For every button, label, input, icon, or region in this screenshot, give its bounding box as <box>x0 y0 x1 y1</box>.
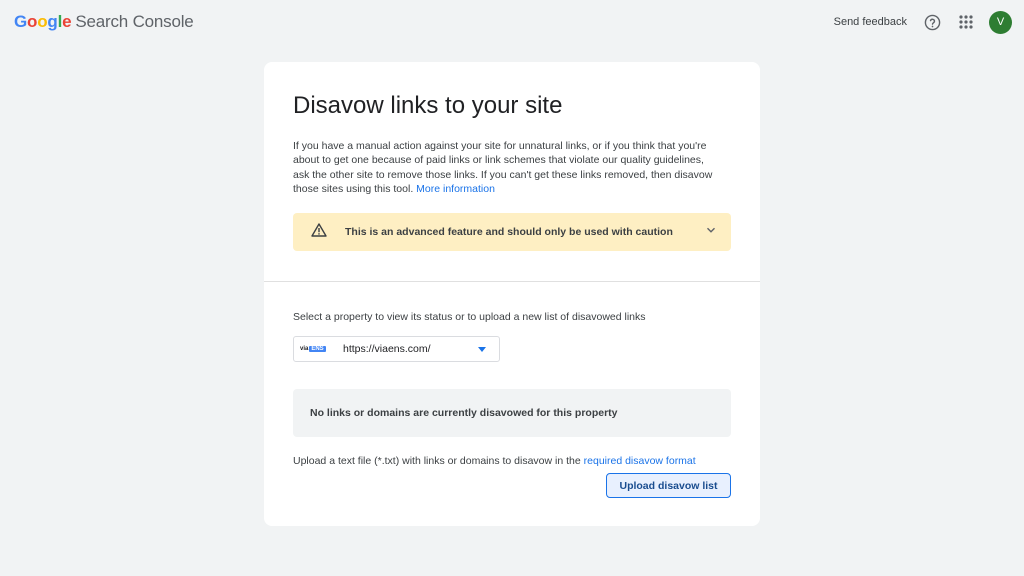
warning-text: This is an advanced feature and should o… <box>345 226 673 238</box>
apps-grid-icon[interactable] <box>955 11 977 33</box>
product-name: Search Console <box>75 12 194 31</box>
help-icon[interactable] <box>921 11 943 33</box>
send-feedback-link[interactable]: Send feedback <box>834 16 907 28</box>
upload-instructions: Upload a text file (*.txt) with links or… <box>293 455 696 467</box>
site-favicon: via ENS <box>300 346 326 352</box>
dropdown-arrow-icon <box>478 346 486 352</box>
page-title: Disavow links to your site <box>293 92 563 119</box>
disavow-card: Disavow links to your site If you have a… <box>264 62 760 526</box>
google-wordmark: Google <box>14 12 72 31</box>
property-url: https://viaens.com/ <box>343 343 431 355</box>
top-bar: Google Search Console Send feedback V <box>0 0 1024 44</box>
chevron-down-icon[interactable] <box>705 223 717 241</box>
more-information-link[interactable]: More information <box>416 183 495 195</box>
required-format-link[interactable]: required disavow format <box>584 455 696 467</box>
disavow-status-box: No links or domains are currently disavo… <box>293 389 731 437</box>
section-divider <box>264 281 760 282</box>
status-message: No links or domains are currently disavo… <box>310 407 618 419</box>
property-dropdown[interactable]: via ENS https://viaens.com/ <box>293 336 500 362</box>
account-avatar[interactable]: V <box>989 10 1012 34</box>
caution-banner[interactable]: This is an advanced feature and should o… <box>293 213 731 251</box>
property-select-label: Select a property to view its status or … <box>293 311 646 323</box>
warning-icon <box>311 222 327 242</box>
intro-body: If you have a manual action against your… <box>293 140 713 196</box>
upload-disavow-list-button[interactable]: Upload disavow list <box>606 473 731 498</box>
intro-text: If you have a manual action against your… <box>293 139 723 197</box>
google-search-console-logo[interactable]: Google Search Console <box>14 12 194 32</box>
